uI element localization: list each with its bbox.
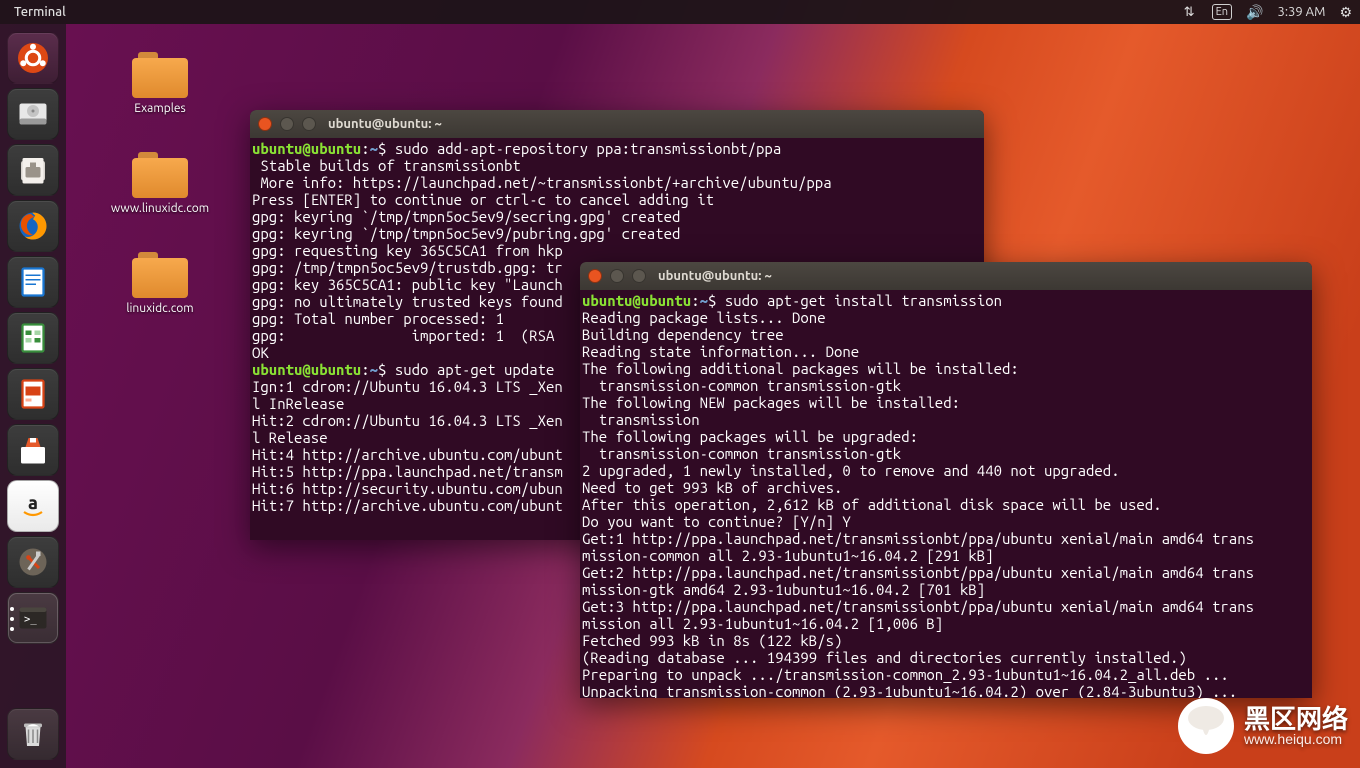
watermark-icon bbox=[1176, 696, 1236, 756]
launcher-disk[interactable] bbox=[7, 88, 59, 140]
window-minimize-button[interactable] bbox=[610, 269, 624, 283]
launcher-writer[interactable] bbox=[7, 256, 59, 308]
network-indicator[interactable]: ⇅ bbox=[1184, 5, 1198, 20]
watermark-title: 黑区网络 bbox=[1244, 706, 1348, 732]
ubuntu-logo-icon bbox=[15, 40, 51, 76]
top-panel: Terminal ⇅ En 🔊 3:39 AM ⚙ bbox=[0, 0, 1360, 24]
terminal-titlebar[interactable]: ubuntu@ubuntu: ~ bbox=[250, 110, 984, 138]
terminal-icon: >_ bbox=[15, 600, 51, 636]
launcher-trash[interactable] bbox=[7, 708, 59, 760]
disk-icon bbox=[15, 96, 51, 132]
launcher-impress[interactable] bbox=[7, 368, 59, 420]
window-minimize-button[interactable] bbox=[280, 117, 294, 131]
desktop-icon-examples[interactable]: Examples bbox=[100, 52, 220, 115]
desktop-icon-label: linuxidc.com bbox=[100, 302, 220, 315]
keyboard-indicator[interactable]: En bbox=[1212, 4, 1232, 20]
files-icon bbox=[15, 152, 51, 188]
terminal-window-2[interactable]: ubuntu@ubuntu: ~ ubuntu@ubuntu:~$ sudo a… bbox=[580, 262, 1312, 698]
launcher-firefox[interactable] bbox=[7, 200, 59, 252]
window-maximize-button[interactable] bbox=[632, 269, 646, 283]
svg-text:>_: >_ bbox=[24, 614, 37, 626]
terminal-titlebar[interactable]: ubuntu@ubuntu: ~ bbox=[580, 262, 1312, 290]
watermark-subtitle: www.heiqu.com bbox=[1244, 732, 1348, 746]
launcher-terminal[interactable]: >_ bbox=[7, 592, 59, 644]
clock-indicator[interactable]: 3:39 AM bbox=[1278, 5, 1326, 19]
terminal-title: ubuntu@ubuntu: ~ bbox=[328, 116, 442, 133]
window-maximize-button[interactable] bbox=[302, 117, 316, 131]
window-close-button[interactable] bbox=[258, 117, 272, 131]
active-app-title[interactable]: Terminal bbox=[8, 5, 66, 19]
trash-icon bbox=[15, 716, 51, 752]
launcher-amazon[interactable]: a bbox=[7, 480, 59, 532]
impress-icon bbox=[15, 376, 51, 412]
desktop-icon-label: Examples bbox=[100, 102, 220, 115]
launcher-calc[interactable] bbox=[7, 312, 59, 364]
svg-text:a: a bbox=[28, 493, 38, 513]
desktop-icon-linuxidc[interactable]: linuxidc.com bbox=[100, 252, 220, 315]
terminal-output[interactable]: ubuntu@ubuntu:~$ sudo apt-get install tr… bbox=[580, 290, 1312, 698]
desktop-icon-label: www.linuxidc.com bbox=[100, 202, 220, 215]
settings-icon bbox=[15, 544, 51, 580]
clock-time: 3:39 AM bbox=[1278, 5, 1326, 19]
launcher-software[interactable] bbox=[7, 424, 59, 476]
volume-icon: 🔊 bbox=[1246, 4, 1263, 21]
launcher-dash[interactable] bbox=[7, 32, 59, 84]
software-icon bbox=[15, 432, 51, 468]
system-indicator[interactable]: ⚙ bbox=[1339, 4, 1352, 21]
terminal-title: ubuntu@ubuntu: ~ bbox=[658, 268, 772, 285]
network-icon: ⇅ bbox=[1184, 5, 1198, 20]
keyboard-lang: En bbox=[1212, 4, 1232, 20]
firefox-icon bbox=[15, 208, 51, 244]
watermark: 黑区网络 www.heiqu.com bbox=[1176, 696, 1348, 756]
window-close-button[interactable] bbox=[588, 269, 602, 283]
calc-icon bbox=[15, 320, 51, 356]
desktop-icon-linuxidc-www[interactable]: www.linuxidc.com bbox=[100, 152, 220, 215]
unity-launcher: a >_ bbox=[0, 24, 66, 768]
launcher-files[interactable] bbox=[7, 144, 59, 196]
writer-icon bbox=[15, 264, 51, 300]
volume-indicator[interactable]: 🔊 bbox=[1246, 4, 1263, 21]
amazon-icon: a bbox=[15, 488, 51, 524]
launcher-settings[interactable] bbox=[7, 536, 59, 588]
gear-icon: ⚙ bbox=[1339, 4, 1352, 21]
